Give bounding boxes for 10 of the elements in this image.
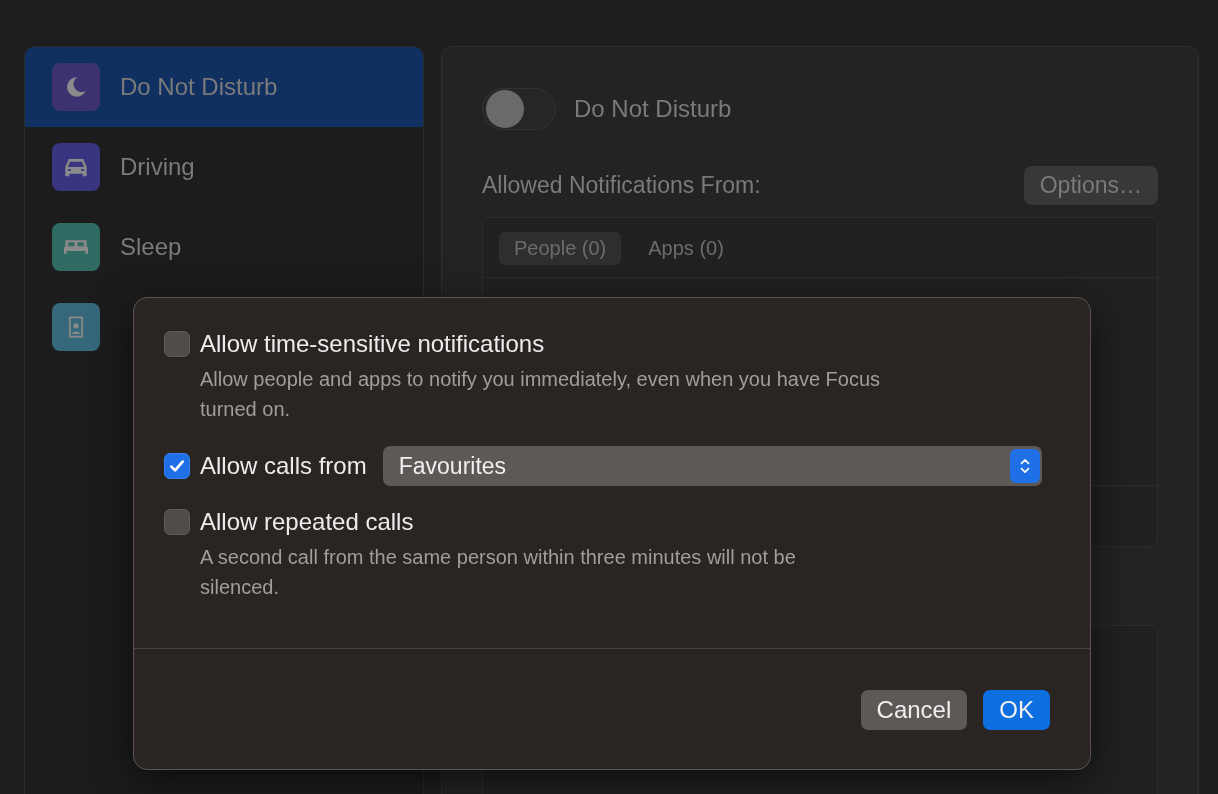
option-label: Allow calls from — [200, 452, 367, 480]
option-description: Allow people and apps to notify you immediately, even when you have Focus turned on. — [200, 367, 882, 422]
option-description: A second call from the same person within three minutes will not be silenced. — [200, 545, 797, 600]
sidebar-label: Driving — [120, 153, 195, 181]
sidebar-label: Do Not Disturb — [120, 73, 278, 101]
section-label: Allowed Notifications From: — [482, 172, 761, 199]
option-label: Allow time-sensitive notifications — [200, 330, 545, 358]
option-label: Allow repeated calls — [200, 508, 414, 536]
toggle-label: Do Not Disturb — [574, 95, 732, 123]
sidebar-label: Sleep — [120, 233, 182, 261]
